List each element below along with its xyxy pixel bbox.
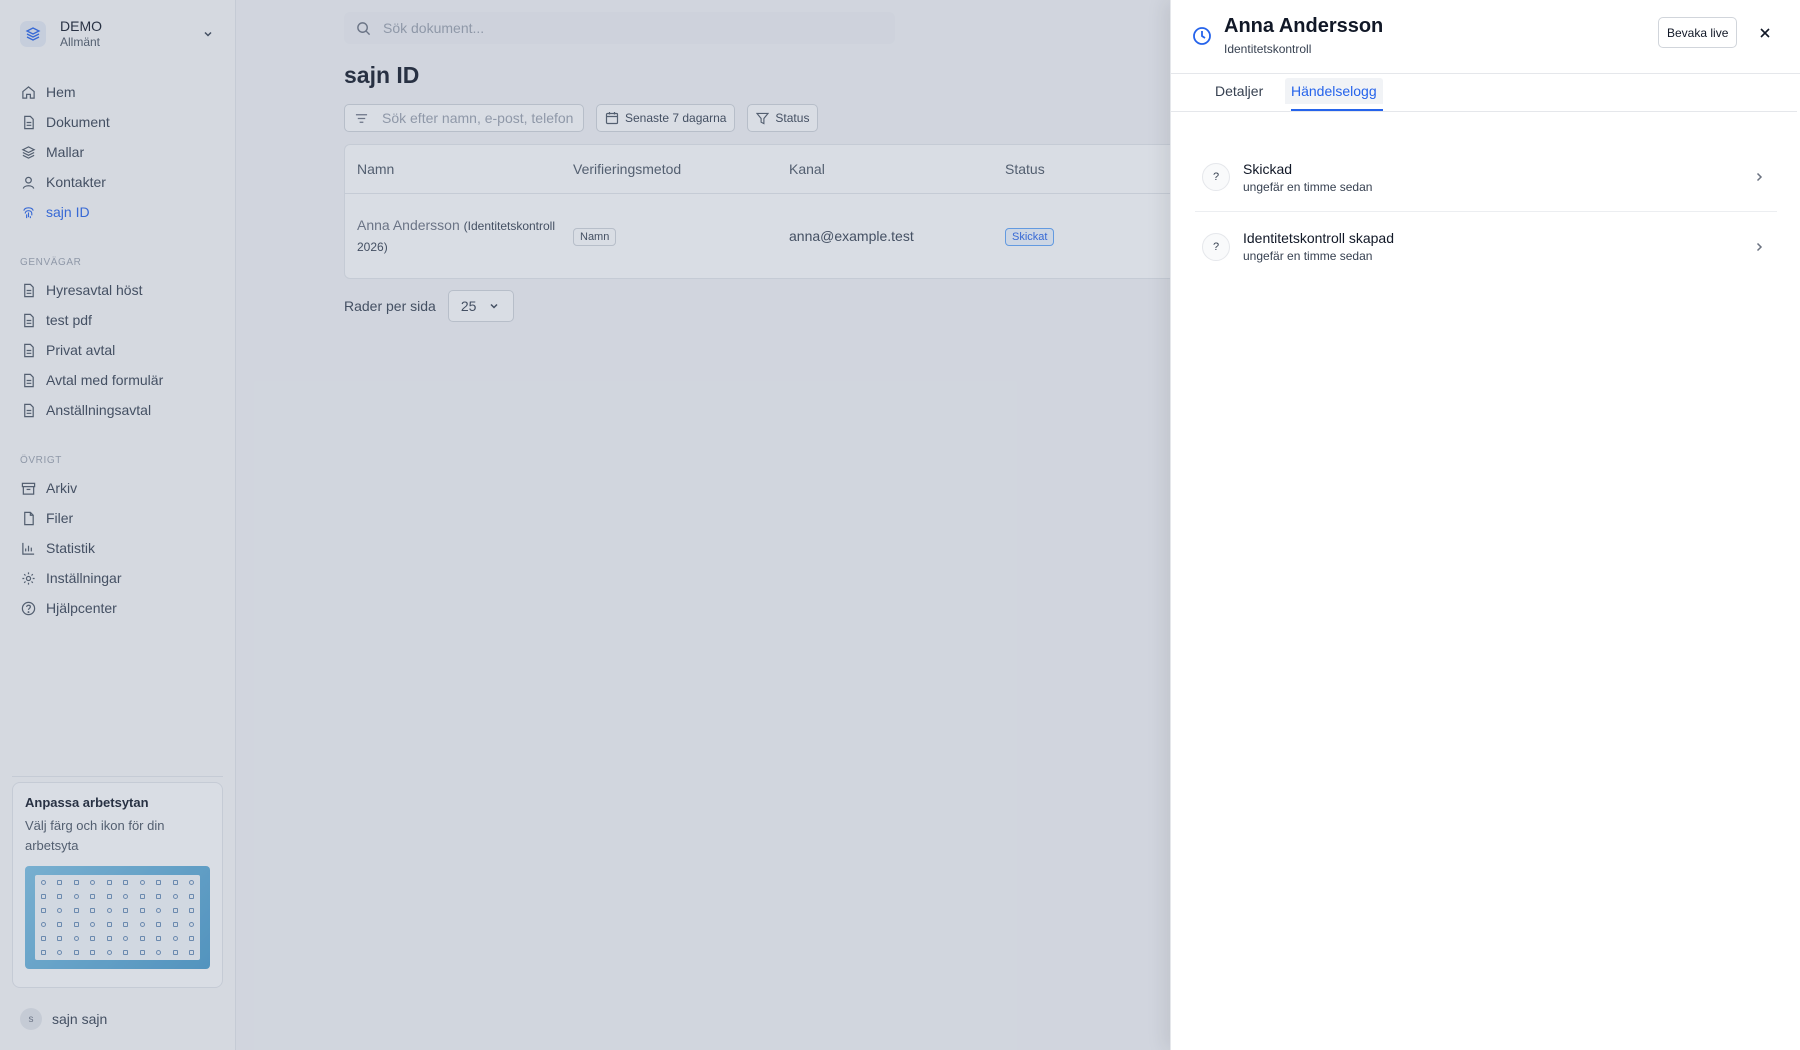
event-item[interactable]: ? Identitetskontroll skapad ungefär en t… bbox=[1195, 212, 1777, 281]
drawer-subtitle: Identitetskontroll bbox=[1224, 42, 1312, 56]
drawer-title: Anna Andersson bbox=[1224, 15, 1384, 37]
chevron-right-icon bbox=[1753, 171, 1765, 183]
question-icon: ? bbox=[1202, 232, 1230, 261]
chevron-right-icon bbox=[1753, 241, 1765, 253]
event-title: Identitetskontroll skapad bbox=[1243, 230, 1394, 246]
details-drawer: Anna Andersson Identitetskontroll Bevaka… bbox=[1170, 0, 1800, 1050]
tab-detaljer[interactable]: Detaljer bbox=[1215, 83, 1263, 99]
drawer-header: Anna Andersson Identitetskontroll Bevaka… bbox=[1171, 0, 1800, 74]
watch-live-button[interactable]: Bevaka live bbox=[1658, 17, 1738, 48]
event-log: ? Skickad ungefär en timme sedan ? Ident… bbox=[1195, 143, 1777, 281]
event-time: ungefär en timme sedan bbox=[1243, 249, 1373, 263]
close-icon[interactable] bbox=[1755, 23, 1775, 43]
question-icon: ? bbox=[1202, 163, 1230, 191]
event-time: ungefär en timme sedan bbox=[1243, 179, 1373, 194]
active-tab-indicator bbox=[1291, 109, 1383, 111]
event-item[interactable]: ? Skickad ungefär en timme sedan bbox=[1195, 143, 1777, 212]
tab-handelselogg[interactable]: Händelselogg bbox=[1285, 78, 1383, 104]
drawer-tabs: Detaljer Händelselogg bbox=[1171, 75, 1797, 112]
event-title: Skickad bbox=[1243, 160, 1293, 177]
clock-icon bbox=[1192, 26, 1212, 46]
